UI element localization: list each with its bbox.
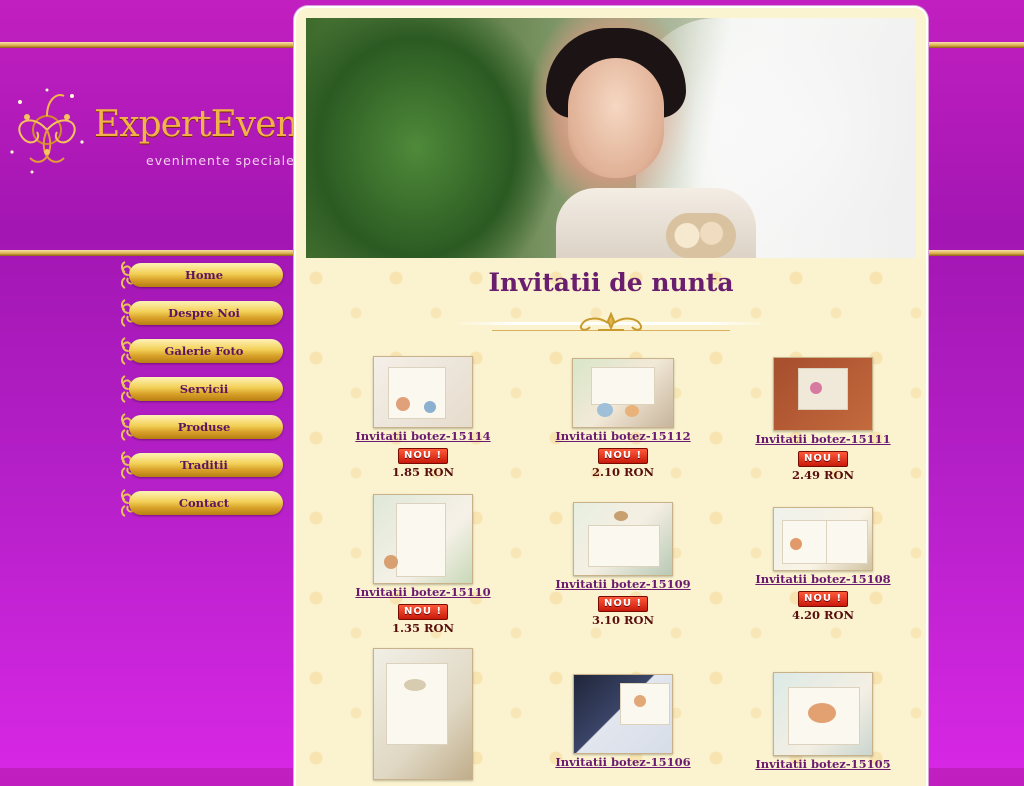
new-badge: NOU ! bbox=[398, 604, 448, 620]
product-card: Invitatii botez-15112 NOU ! 2.10 RON bbox=[523, 358, 723, 479]
illustration-dot bbox=[396, 397, 410, 411]
product-link[interactable]: Invitatii botez-15110 bbox=[323, 585, 523, 599]
hero-face bbox=[568, 58, 664, 178]
hero-bouquet bbox=[666, 213, 736, 258]
product-thumbnail[interactable] bbox=[572, 358, 674, 428]
product-price: 1.85 RON bbox=[391, 465, 455, 479]
product-thumbnail[interactable] bbox=[573, 502, 673, 576]
product-price: 1.35 RON bbox=[391, 621, 455, 635]
nav-label: Home bbox=[184, 268, 224, 282]
illustration-dot bbox=[810, 382, 822, 394]
nav-label: Galerie Foto bbox=[164, 344, 244, 358]
illustration-dot bbox=[404, 679, 426, 691]
product-card: Invitatii botez-15109 NOU ! 3.10 RON bbox=[523, 502, 723, 627]
hero-banner-image bbox=[306, 18, 916, 258]
nav-item-galerie-foto[interactable]: Galerie Foto bbox=[115, 336, 287, 366]
product-link[interactable]: Invitatii botez-15114 bbox=[323, 429, 523, 443]
illustration-dot bbox=[614, 511, 628, 521]
product-card: Invitatii botez-15105 bbox=[723, 672, 923, 771]
product-link[interactable]: Invitatii botez-15112 bbox=[523, 429, 723, 443]
product-link[interactable]: Invitatii botez-15105 bbox=[723, 757, 923, 771]
product-thumbnail[interactable] bbox=[573, 674, 673, 754]
new-badge: NOU ! bbox=[598, 596, 648, 612]
site-logo[interactable]: ExpertEvents evenimente speciale bbox=[2, 82, 330, 182]
card-shape bbox=[388, 367, 446, 419]
product-card bbox=[323, 648, 523, 780]
nav-label: Servicii bbox=[179, 382, 229, 396]
nav-item-servicii[interactable]: Servicii bbox=[115, 374, 287, 404]
product-link[interactable]: Invitatii botez-15106 bbox=[523, 755, 723, 769]
product-thumbnail[interactable] bbox=[373, 648, 473, 780]
card-shape bbox=[826, 520, 868, 564]
card-shape bbox=[588, 525, 660, 567]
crown-ornament-icon bbox=[580, 311, 642, 331]
content-panel: Invitatii de nunta Invitatii botez-15114… bbox=[294, 6, 928, 786]
product-thumbnail[interactable] bbox=[373, 356, 473, 428]
product-thumbnail[interactable] bbox=[773, 672, 873, 756]
nav-item-produse[interactable]: Produse bbox=[115, 412, 287, 442]
product-card: Invitatii botez-15114 NOU ! 1.85 RON bbox=[323, 356, 523, 479]
illustration-dot bbox=[424, 401, 436, 413]
illustration-dot bbox=[634, 695, 646, 707]
product-price: 3.10 RON bbox=[591, 613, 655, 627]
product-card: Invitatii botez-15111 NOU ! 2.49 RON bbox=[723, 357, 923, 482]
nav-item-home[interactable]: Home bbox=[115, 260, 287, 290]
illustration-dot bbox=[790, 538, 802, 550]
page-title: Invitatii de nunta bbox=[488, 268, 734, 297]
card-shape bbox=[396, 503, 446, 577]
new-badge: NOU ! bbox=[598, 448, 648, 464]
product-thumbnail[interactable] bbox=[773, 507, 873, 571]
card-shape bbox=[591, 367, 655, 405]
ornament-divider bbox=[452, 310, 770, 336]
nav-item-despre-noi[interactable]: Despre Noi bbox=[115, 298, 287, 328]
product-price: 2.10 RON bbox=[591, 465, 655, 479]
product-link[interactable]: Invitatii botez-15109 bbox=[523, 577, 723, 591]
nav-label: Produse bbox=[177, 420, 231, 434]
main-nav: Home Despre Noi Galerie Foto Servicii Pr… bbox=[115, 260, 287, 526]
product-card: Invitatii botez-15110 NOU ! 1.35 RON bbox=[323, 494, 523, 635]
new-badge: NOU ! bbox=[398, 448, 448, 464]
product-card: Invitatii botez-15106 bbox=[523, 674, 723, 769]
product-price: 2.49 RON bbox=[791, 468, 855, 482]
illustration-dot bbox=[597, 403, 613, 417]
nav-label: Traditii bbox=[180, 458, 228, 472]
logo-tagline: evenimente speciale bbox=[146, 153, 295, 168]
new-badge: NOU ! bbox=[798, 591, 848, 607]
product-link[interactable]: Invitatii botez-15108 bbox=[723, 572, 923, 586]
product-card: Invitatii botez-15108 NOU ! 4.20 RON bbox=[723, 507, 923, 622]
new-badge: NOU ! bbox=[798, 451, 848, 467]
card-shape bbox=[782, 520, 828, 564]
illustration-dot bbox=[808, 703, 836, 723]
nav-label: Contact bbox=[178, 496, 230, 510]
logo-swirl-icon bbox=[10, 88, 84, 174]
product-thumbnail[interactable] bbox=[373, 494, 473, 584]
card-shape bbox=[386, 663, 448, 745]
illustration-dot bbox=[625, 405, 639, 417]
product-price: 4.20 RON bbox=[791, 608, 855, 622]
product-link[interactable]: Invitatii botez-15111 bbox=[723, 432, 923, 446]
card-shape bbox=[798, 368, 848, 410]
nav-label: Despre Noi bbox=[168, 306, 240, 320]
product-thumbnail[interactable] bbox=[773, 357, 873, 431]
illustration-dot bbox=[384, 555, 398, 569]
nav-item-contact[interactable]: Contact bbox=[115, 488, 287, 518]
nav-item-traditii[interactable]: Traditii bbox=[115, 450, 287, 480]
